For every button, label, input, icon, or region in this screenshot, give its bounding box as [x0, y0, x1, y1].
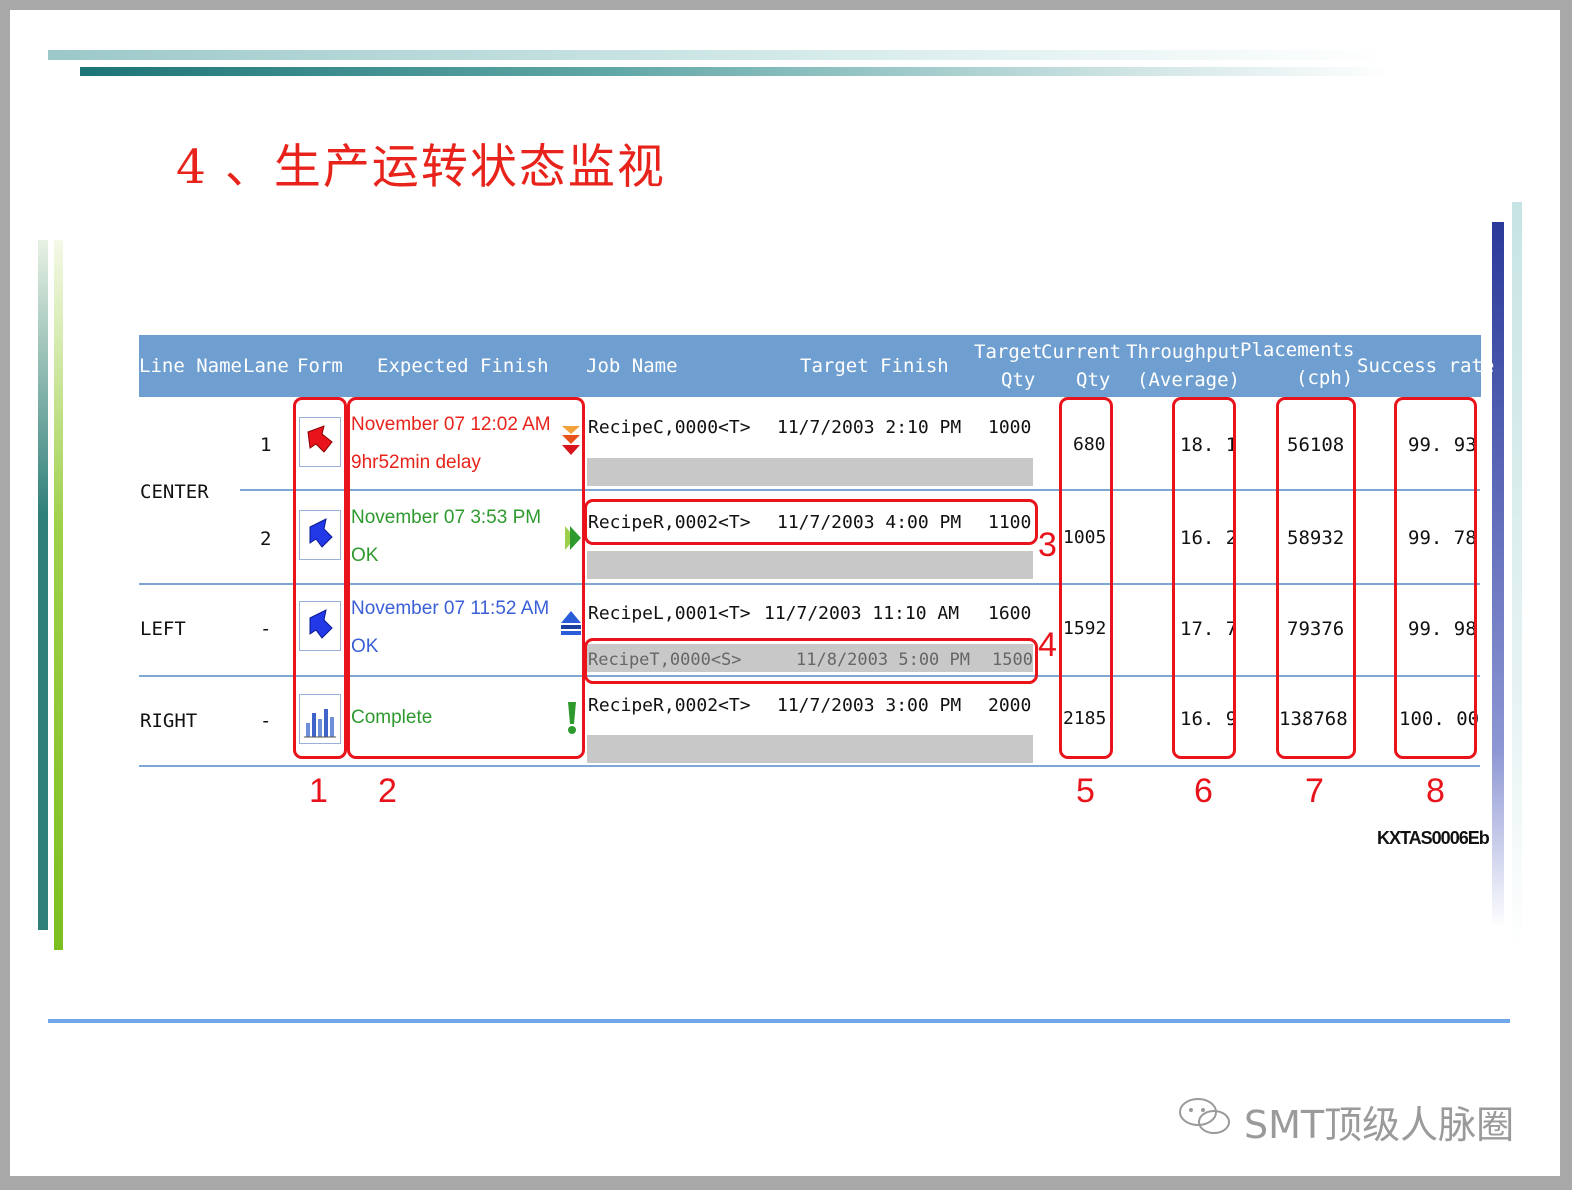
decor-bar-left-teal: [38, 240, 48, 930]
annotation-number-7: 7: [1305, 772, 1324, 810]
annotation-number-3: 3: [1038, 526, 1057, 564]
annotation-number-4: 4: [1038, 626, 1057, 664]
header-target-qty-2: Qty: [1001, 369, 1036, 391]
line-name-left: LEFT: [140, 618, 186, 640]
table-header: Line Name Lane Form Expected Finish Job …: [139, 335, 1494, 397]
header-lane: Lane: [243, 355, 289, 377]
lane-cell: 1: [260, 434, 272, 456]
slide-title: 4 、生产运转状态监视: [176, 140, 666, 195]
target-finish: 11/7/2003 11:10 AM: [764, 603, 960, 624]
annotation-number-5: 5: [1076, 772, 1095, 810]
annotation-number-2: 2: [378, 772, 397, 810]
document-code: KXTAS0006Eb: [1377, 828, 1490, 848]
annotation-box-6: [1172, 397, 1236, 759]
lane-cell: -: [260, 618, 272, 640]
header-job-name: Job Name: [586, 355, 678, 377]
header-success-rate: Success rate: [1357, 355, 1495, 377]
job-name[interactable]: RecipeL,0001<T>: [588, 603, 751, 625]
annotation-box-5: [1059, 397, 1113, 759]
slide: 4 、生产运转状态监视 Line Name Lane Form Expected…: [10, 10, 1560, 1176]
decor-bar-left-green: [54, 240, 63, 950]
header-throughput-1: Throughput: [1126, 341, 1241, 363]
header-target-finish: Target Finish: [800, 355, 949, 377]
annotation-box-7: [1276, 397, 1356, 759]
annotation-box-2: [347, 397, 585, 759]
decor-bar-right-teal: [1512, 202, 1522, 952]
decor-bottom-line: [48, 1019, 1510, 1023]
header-throughput-2: (Average): [1137, 369, 1240, 391]
job-progress-bar: [587, 458, 1033, 486]
header-placements-2: (cph): [1296, 367, 1354, 389]
annotation-number-1: 1: [309, 772, 328, 810]
target-qty: 1000: [988, 417, 1032, 438]
annotation-box-8: [1394, 397, 1477, 759]
job-progress-bar: [587, 735, 1033, 763]
job-name[interactable]: RecipeC,0000<T>: [588, 417, 751, 439]
annotation-number-8: 8: [1426, 772, 1445, 810]
header-line-name: Line Name: [139, 355, 242, 377]
header-current-qty-2: Qty: [1076, 369, 1111, 391]
row-divider: [139, 765, 1480, 767]
header-target-qty-1: Target: [974, 341, 1043, 363]
header-expected-finish: Expected Finish: [377, 355, 549, 377]
job-name[interactable]: RecipeR,0002<T>: [588, 695, 751, 717]
decor-bar-top-light: [48, 50, 1388, 60]
job-progress-bar: [587, 551, 1033, 579]
annotation-box-1: [293, 397, 347, 759]
decor-bar-right-navy: [1492, 222, 1504, 927]
target-finish: 11/7/2003 3:00 PM: [777, 695, 962, 716]
header-placements-1: Placements: [1240, 339, 1355, 361]
lane-cell: 2: [260, 528, 272, 550]
target-qty: 1600: [988, 603, 1032, 624]
header-current-qty-1: Current: [1041, 341, 1122, 363]
lane-cell: -: [260, 710, 272, 732]
annotation-number-6: 6: [1194, 772, 1213, 810]
target-finish: 11/7/2003 2:10 PM: [777, 417, 962, 438]
header-form: Form: [297, 355, 343, 377]
line-name-center: CENTER: [140, 481, 209, 503]
decor-bar-top-dark: [80, 67, 1390, 76]
target-qty: 2000: [988, 695, 1032, 716]
watermark-text: SMT顶级人脉圈: [1244, 1103, 1515, 1147]
wechat-icon: [1176, 1096, 1236, 1136]
annotation-box-4: [584, 638, 1038, 684]
annotation-box-3: [584, 499, 1038, 545]
line-name-right: RIGHT: [140, 710, 198, 732]
